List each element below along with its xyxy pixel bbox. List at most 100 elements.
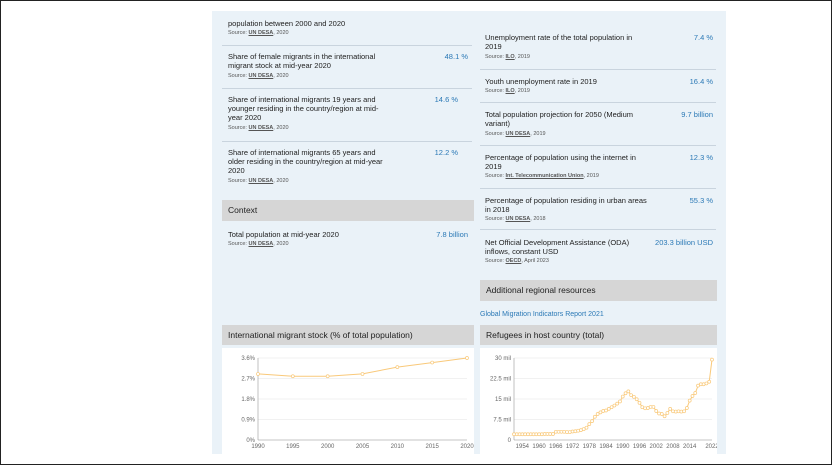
divider — [222, 88, 472, 89]
data-point — [654, 409, 659, 413]
source-link[interactable]: ILO — [506, 88, 515, 94]
stat-migrant-growth: population between 2000 and 2020 Source:… — [228, 19, 468, 41]
stat-value: 12.2 % — [434, 148, 458, 157]
data-point — [620, 394, 625, 399]
y-tick-label: 0.9% — [241, 418, 255, 424]
stat-value: 12.3 % — [689, 153, 713, 162]
x-tick-label: 2014 — [683, 444, 697, 450]
source-link[interactable]: UN DESA — [249, 125, 274, 131]
y-tick-label: 30 mil — [495, 356, 511, 362]
stat-label: Youth unemployment rate in 2019 — [485, 77, 597, 86]
x-tick-label: 2015 — [425, 444, 439, 450]
data-point — [632, 394, 636, 399]
data-point — [662, 414, 667, 419]
stat-label: Total population projection for 2050 (Me… — [485, 110, 634, 128]
data-point — [618, 399, 622, 404]
data-point — [693, 391, 698, 395]
source-link[interactable]: UN DESA — [249, 30, 274, 36]
stat-source: Source: UN DESA, 2020 — [228, 178, 289, 184]
x-tick-label: 2005 — [356, 444, 370, 450]
page-frame: population between 2000 and 2020 Source:… — [0, 0, 832, 465]
stat-population-projection: Total population projection for 2050 (Me… — [485, 110, 713, 140]
y-tick-label: 3.6% — [241, 356, 255, 362]
data-point — [682, 409, 686, 414]
stat-young-migrants: Share of international migrants 19 years… — [228, 95, 468, 135]
stat-source: Source: OECD, April 2023 — [485, 258, 549, 264]
data-point — [360, 372, 365, 376]
data-point — [593, 414, 597, 419]
stat-value: 14.6 % — [434, 95, 458, 104]
source-link[interactable]: UN DESA — [249, 178, 274, 184]
stat-label: Percentage of population residing in urb… — [485, 196, 647, 214]
data-point — [707, 379, 712, 384]
divider — [480, 188, 716, 189]
refugees-chart-title: Refugees in host country (total) — [480, 325, 717, 345]
data-point — [665, 411, 670, 415]
source-link[interactable]: UN DESA — [506, 131, 531, 137]
stat-label: Net Official Development Assistance (ODA… — [485, 238, 630, 256]
stat-unemployment: Unemployment rate of the total populatio… — [485, 33, 713, 63]
source-link[interactable]: UN DESA — [249, 241, 274, 247]
data-point — [615, 401, 620, 406]
stat-source: Source: UN DESA, 2020 — [228, 30, 289, 36]
stat-source: Source: ILO, 2019 — [485, 88, 530, 94]
x-tick-label: 1972 — [566, 444, 580, 450]
source-link[interactable]: ILO — [506, 54, 515, 60]
divider — [480, 102, 716, 103]
divider — [222, 45, 472, 46]
stat-urban-population: Percentage of population residing in urb… — [485, 196, 713, 226]
data-point — [623, 391, 628, 396]
migrant-stock-chart: 0% 0.9% 1.8% 2.7% 3.6% 1990 1995 2000 2005 2010 20… — [222, 348, 474, 454]
stat-label: Share of international migrants 19 years… — [228, 95, 379, 122]
x-tick-label: 1978 — [583, 444, 597, 450]
source-link[interactable]: UN DESA — [249, 73, 274, 79]
stat-value: 7.4 % — [693, 33, 713, 42]
data-point — [710, 357, 714, 362]
data-point — [290, 374, 295, 379]
stat-label: Percentage of population using the inter… — [485, 153, 636, 171]
stat-source: Source: UN DESA, 2020 — [228, 125, 289, 131]
x-tick-label: 1990 — [251, 444, 265, 450]
data-point — [690, 394, 695, 398]
stat-label: Unemployment rate of the total populatio… — [485, 33, 633, 51]
x-tick-label: 2020 — [460, 444, 474, 450]
stat-internet-use: Percentage of population using the inter… — [485, 153, 713, 183]
source-link[interactable]: Int. Telecommunication Union — [506, 173, 584, 179]
divider — [480, 69, 716, 70]
refugees-chart: 0 7.5 mil 15 mil 22.5 mil 30 mil 1954 1960 1966… — [480, 348, 717, 454]
divider — [480, 145, 716, 146]
data-point — [256, 372, 260, 376]
stat-value: 55.3 % — [689, 196, 713, 205]
source-link[interactable]: OECD — [506, 258, 522, 264]
data-point — [325, 374, 330, 379]
x-tick-label: 2022 — [705, 444, 717, 450]
stat-label: population between 2000 and 2020 — [228, 19, 346, 28]
data-point — [612, 403, 617, 408]
data-point — [551, 432, 555, 436]
divider — [222, 141, 472, 142]
x-tick-label: 1996 — [633, 444, 647, 450]
x-tick-label: 1984 — [599, 444, 613, 450]
data-point — [465, 356, 469, 360]
stat-value: 16.4 % — [689, 77, 713, 86]
migration-report-link[interactable]: Global Migration Indicators Report 2021 — [480, 311, 604, 318]
data-point — [584, 425, 589, 430]
x-tick-label: 2002 — [650, 444, 664, 450]
stat-value: 9.7 billion — [681, 110, 713, 119]
stat-value: 48.1 % — [444, 52, 468, 61]
stat-female-migrants: Share of female migrants in the internat… — [228, 52, 468, 82]
y-tick-label: 2.7% — [241, 377, 255, 383]
x-tick-label: 1960 — [532, 444, 546, 450]
y-tick-label: 0 — [508, 438, 512, 444]
stat-label: Share of international migrants 65 years… — [228, 148, 383, 175]
data-point — [687, 398, 692, 403]
regional-resources-header: Additional regional resources — [480, 280, 717, 301]
data-point — [659, 412, 664, 416]
stat-label: Share of female migrants in the internat… — [228, 52, 376, 70]
migrant-stock-chart-svg: 0%0.9%1.8%2.7%3.6%1990 1995 2000 2005 2010 20… — [241, 356, 474, 450]
source-link[interactable]: UN DESA — [506, 216, 531, 222]
stat-source: Source: UN DESA, 2020 — [228, 73, 289, 79]
data-point — [685, 406, 689, 410]
data-point — [395, 365, 400, 369]
data-point — [668, 406, 673, 411]
